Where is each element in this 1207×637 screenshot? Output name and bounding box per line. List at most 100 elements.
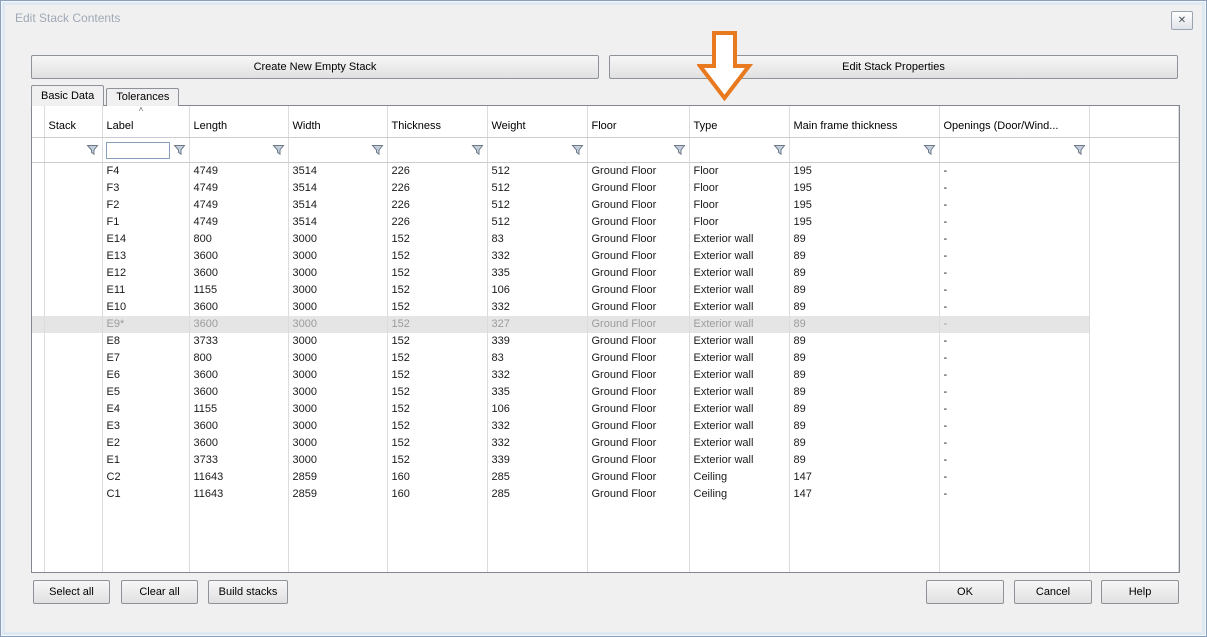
filter-funnel-icon[interactable] (173, 144, 186, 156)
row-selector-cell[interactable] (32, 163, 44, 181)
grid-cell[interactable]: 1155 (189, 401, 288, 418)
grid-cell[interactable]: 3733 (189, 333, 288, 350)
table-row[interactable]: E14800300015283Ground FloorExterior wall… (32, 231, 1179, 248)
grid-cell[interactable]: 152 (387, 333, 487, 350)
grid-cell[interactable]: Ground Floor (587, 367, 689, 384)
grid-cell[interactable]: 335 (487, 265, 587, 282)
grid-cell[interactable]: 152 (387, 282, 487, 299)
grid-cell[interactable]: Exterior wall (689, 282, 789, 299)
grid-cell[interactable]: 147 (789, 486, 939, 503)
grid-cell[interactable]: Exterior wall (689, 384, 789, 401)
row-selector-cell[interactable] (32, 299, 44, 316)
grid-cell[interactable]: - (939, 248, 1089, 265)
column-header[interactable]: Floor (587, 106, 689, 138)
grid-cell[interactable]: Floor (689, 214, 789, 231)
filter-funnel-icon[interactable] (1073, 144, 1086, 156)
grid-cell[interactable]: E14 (102, 231, 189, 248)
grid-cell[interactable]: Exterior wall (689, 435, 789, 452)
grid-cell[interactable]: 89 (789, 282, 939, 299)
grid-cell[interactable]: 11643 (189, 469, 288, 486)
grid-cell[interactable] (44, 333, 102, 350)
row-selector-cell[interactable] (32, 180, 44, 197)
grid-cell[interactable]: 89 (789, 350, 939, 367)
table-row[interactable]: F347493514226512Ground FloorFloor195- (32, 180, 1179, 197)
grid-cell[interactable]: 3600 (189, 367, 288, 384)
row-selector-cell[interactable] (32, 435, 44, 452)
row-selector-cell[interactable] (32, 469, 44, 486)
row-selector-cell[interactable] (32, 282, 44, 299)
grid-cell[interactable]: Exterior wall (689, 401, 789, 418)
grid-cell[interactable]: - (939, 469, 1089, 486)
grid-cell[interactable]: 2859 (288, 469, 387, 486)
grid-cell[interactable]: 3733 (189, 452, 288, 469)
grid-cell[interactable]: Ground Floor (587, 316, 689, 333)
grid-cell[interactable]: 89 (789, 231, 939, 248)
grid-cell[interactable]: 152 (387, 435, 487, 452)
clear-all-button[interactable]: Clear all (121, 580, 198, 604)
grid-cell[interactable]: Ground Floor (587, 282, 689, 299)
grid-cell[interactable]: 152 (387, 401, 487, 418)
grid-cell[interactable]: Ground Floor (587, 435, 689, 452)
grid-cell[interactable]: Ground Floor (587, 333, 689, 350)
grid-cell[interactable]: 160 (387, 469, 487, 486)
grid-cell[interactable]: 83 (487, 350, 587, 367)
help-button[interactable]: Help (1101, 580, 1179, 604)
grid-cell[interactable]: 339 (487, 333, 587, 350)
grid-cell[interactable]: E7 (102, 350, 189, 367)
grid-cell[interactable]: 152 (387, 418, 487, 435)
grid-cell[interactable]: 3000 (288, 350, 387, 367)
grid-cell[interactable] (44, 367, 102, 384)
grid-cell[interactable]: 332 (487, 367, 587, 384)
grid-cell[interactable]: 226 (387, 180, 487, 197)
row-selector-cell[interactable] (32, 248, 44, 265)
grid-cell[interactable] (44, 180, 102, 197)
table-row[interactable]: E9*36003000152327Ground FloorExterior wa… (32, 316, 1179, 333)
grid-cell[interactable]: Exterior wall (689, 265, 789, 282)
grid-cell[interactable]: 3000 (288, 248, 387, 265)
grid-cell[interactable]: 800 (189, 231, 288, 248)
filter-funnel-icon[interactable] (923, 144, 936, 156)
grid-cell[interactable]: F4 (102, 163, 189, 181)
grid-cell[interactable]: E13 (102, 248, 189, 265)
row-selector-cell[interactable] (32, 401, 44, 418)
grid-cell[interactable]: 4749 (189, 163, 288, 181)
grid-cell[interactable]: 332 (487, 435, 587, 452)
grid-cell[interactable]: C2 (102, 469, 189, 486)
cancel-button[interactable]: Cancel (1014, 580, 1092, 604)
grid-cell[interactable]: 332 (487, 299, 587, 316)
grid-cell[interactable]: 3600 (189, 265, 288, 282)
column-header[interactable]: Thickness (387, 106, 487, 138)
grid-cell[interactable]: Floor (689, 163, 789, 181)
grid-cell[interactable]: Exterior wall (689, 299, 789, 316)
grid-cell[interactable]: 89 (789, 452, 939, 469)
grid-cell[interactable]: E8 (102, 333, 189, 350)
grid-cell[interactable]: 195 (789, 180, 939, 197)
grid-cell[interactable]: 3000 (288, 282, 387, 299)
table-row[interactable]: E1111553000152106Ground FloorExterior wa… (32, 282, 1179, 299)
grid-cell[interactable]: 106 (487, 282, 587, 299)
grid-cell[interactable]: 3514 (288, 180, 387, 197)
column-header[interactable]: Openings (Door/Wind... (939, 106, 1089, 138)
filter-funnel-icon[interactable] (773, 144, 786, 156)
grid-cell[interactable]: 3000 (288, 231, 387, 248)
column-header[interactable]: ˄Label (102, 106, 189, 138)
row-selector-cell[interactable] (32, 265, 44, 282)
grid-cell[interactable]: 3600 (189, 418, 288, 435)
grid-cell[interactable]: - (939, 282, 1089, 299)
grid-cell[interactable]: 152 (387, 384, 487, 401)
grid-cell[interactable]: 152 (387, 231, 487, 248)
grid-cell[interactable]: Exterior wall (689, 350, 789, 367)
grid-cell[interactable]: Exterior wall (689, 418, 789, 435)
grid-cell[interactable]: 226 (387, 214, 487, 231)
grid-cell[interactable] (44, 384, 102, 401)
grid-cell[interactable]: 339 (487, 452, 587, 469)
grid-cell[interactable]: 152 (387, 265, 487, 282)
grid-cell[interactable]: E5 (102, 384, 189, 401)
grid-cell[interactable]: 89 (789, 248, 939, 265)
grid-cell[interactable]: Exterior wall (689, 367, 789, 384)
column-header[interactable]: Type (689, 106, 789, 138)
grid-cell[interactable] (44, 316, 102, 333)
grid-cell[interactable]: Ground Floor (587, 418, 689, 435)
grid-cell[interactable]: - (939, 231, 1089, 248)
table-row[interactable]: C1116432859160285Ground FloorCeiling147- (32, 486, 1179, 503)
